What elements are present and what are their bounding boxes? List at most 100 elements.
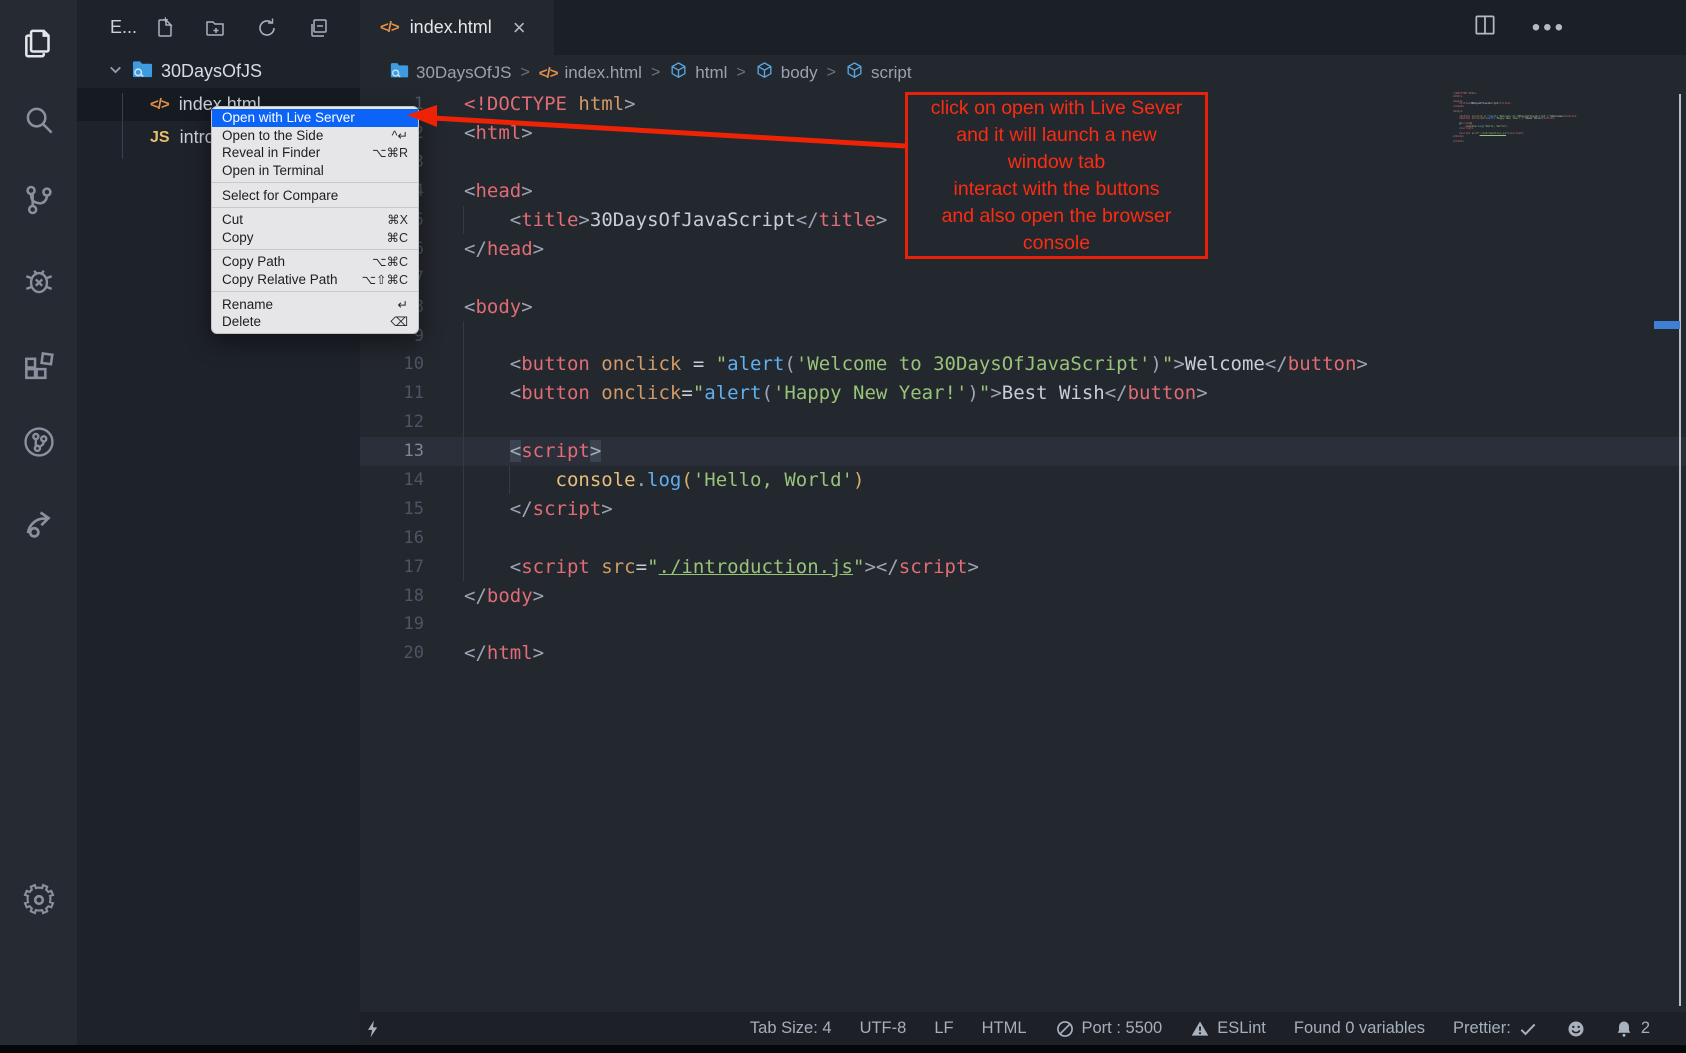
status-label: Found 0 variables	[1294, 1019, 1425, 1038]
menu-item-shortcut: ⌫	[390, 314, 408, 329]
menu-separator	[212, 207, 418, 208]
menu-item-copy-relative-path[interactable]: Copy Relative Path⌥⇧⌘C	[212, 271, 418, 289]
breadcrumb-separator: >	[651, 64, 660, 82]
refresh-icon[interactable]	[255, 16, 279, 40]
symbol-icon	[755, 61, 774, 85]
status-item-lf[interactable]: LF	[934, 1019, 953, 1038]
code-line-10: 10 <button onclick = "alert('Welcome to …	[360, 350, 1686, 379]
menu-item-copy[interactable]: Copy ⌘C	[212, 229, 418, 247]
menu-item-rename[interactable]: Rename↵	[212, 295, 418, 313]
bell-icon	[1614, 1019, 1634, 1039]
menu-item-delete[interactable]: Delete⌫	[212, 313, 418, 331]
menu-item-shortcut: ⌥⌘R	[372, 145, 408, 160]
menu-item-cut[interactable]: Cut⌘X	[212, 211, 418, 229]
menu-item-open-in-terminal[interactable]: Open in Terminal	[212, 162, 418, 180]
breadcrumb-label: body	[781, 63, 818, 83]
menu-item-open-with-live-server[interactable]: Open with Live Server	[212, 109, 418, 127]
html-icon: </>	[539, 63, 558, 83]
code-line-18: 18</body>	[360, 581, 1686, 610]
breadcrumb-item-30DaysOfJS[interactable]: 30DaysOfJS	[390, 61, 511, 85]
breadcrumb-label: index.html	[564, 63, 641, 83]
breadcrumb-item-index.html[interactable]: </> index.html	[539, 63, 642, 83]
tab-index-html[interactable]: </> index.html ×	[360, 0, 554, 55]
indent-guide	[463, 552, 464, 581]
html-file-icon: </>	[150, 96, 169, 113]
warning-triangle-icon	[1190, 1019, 1210, 1039]
breadcrumb-separator: >	[827, 64, 836, 82]
status-item-port-5500[interactable]: Port : 5500	[1055, 1019, 1163, 1039]
live-share-icon[interactable]	[0, 494, 77, 550]
settings-gear-icon[interactable]	[0, 872, 77, 928]
status-item-lightning[interactable]	[363, 1019, 383, 1039]
check-icon	[1518, 1019, 1538, 1039]
indent-guide	[463, 350, 464, 379]
new-file-icon[interactable]	[153, 16, 177, 40]
menu-item-open-to-the-side[interactable]: Open to the Side^↵	[212, 127, 418, 145]
status-item-prettier-[interactable]: Prettier:	[1453, 1019, 1538, 1039]
tree-indent-guide	[122, 93, 123, 159]
code-line-13: 13 <script>	[360, 437, 1686, 466]
menu-item-select-for-compare[interactable]: Select for Compare	[212, 186, 418, 204]
menu-separator	[212, 182, 418, 183]
split-editor-icon[interactable]	[1472, 12, 1498, 43]
minimap[interactable]: <!DOCTYPE html><html> <head> <title>30Da…	[1453, 93, 1563, 143]
status-item-utf-8[interactable]: UTF-8	[860, 1019, 907, 1038]
extensions-icon[interactable]	[0, 334, 77, 390]
annotation-line: click on open with Live Sever	[908, 95, 1205, 122]
source-control-icon[interactable]	[0, 172, 77, 228]
status-label: ESLint	[1217, 1019, 1266, 1038]
breadcrumb-item-script[interactable]: script	[845, 61, 912, 85]
code-text: <script>	[464, 440, 601, 462]
status-item-found-0-variables[interactable]: Found 0 variables	[1294, 1019, 1425, 1038]
indent-guide	[463, 523, 464, 552]
chevron-down-icon	[107, 61, 124, 83]
annotation-box: click on open with Live Severand it will…	[905, 92, 1208, 259]
status-item-tab-size-4[interactable]: Tab Size: 4	[750, 1019, 832, 1038]
new-folder-icon[interactable]	[204, 16, 228, 40]
status-item-2[interactable]: 2	[1614, 1019, 1650, 1039]
folder-icon	[390, 61, 409, 85]
code-text: <!DOCTYPE html>	[464, 93, 636, 115]
indent-guide	[509, 466, 510, 495]
tab-label: index.html	[410, 17, 492, 38]
code-text: <button onclick = "alert('Welcome to 30D…	[464, 353, 1368, 375]
status-item-eslint[interactable]: ESLint	[1190, 1019, 1266, 1039]
menu-item-label: Copy	[222, 230, 254, 245]
code-line-15: 15 </script>	[360, 494, 1686, 523]
menu-item-shortcut: ⌘C	[386, 230, 408, 245]
line-number: 17	[360, 557, 424, 577]
status-item-smiley[interactable]	[1566, 1019, 1586, 1039]
folder-row-30daysofjs[interactable]: 30DaysOfJS	[77, 55, 360, 88]
code-line-7: 7	[360, 263, 1686, 292]
menu-item-reveal-in-finder[interactable]: Reveal in Finder⌥⌘R	[212, 144, 418, 162]
symbol-icon	[669, 61, 688, 85]
line-number: 11	[360, 383, 424, 403]
code-line-19: 19	[360, 610, 1686, 639]
tab-bar: </> index.html × •••	[360, 0, 1686, 55]
menu-item-copy-path[interactable]: Copy Path⌥⌘C	[212, 253, 418, 271]
menu-item-label: Cut	[222, 212, 243, 227]
code-text: <button onclick="alert('Happy New Year!'…	[464, 382, 1208, 404]
explorer-icon[interactable]	[0, 14, 77, 70]
breadcrumb: 30DaysOfJS></>index.html>html>body>scrip…	[360, 55, 1686, 90]
folder-icon	[132, 60, 153, 84]
menu-item-shortcut: ^↵	[392, 128, 408, 143]
breadcrumb-item-body[interactable]: body	[755, 61, 818, 85]
breadcrumb-label: html	[695, 63, 727, 83]
run-debug-icon[interactable]	[0, 253, 77, 309]
status-label: Prettier:	[1453, 1019, 1511, 1038]
status-label: LF	[934, 1019, 953, 1038]
collapse-all-icon[interactable]	[306, 16, 330, 40]
status-label: UTF-8	[860, 1019, 907, 1038]
folder-label: 30DaysOfJS	[161, 61, 262, 82]
breadcrumb-item-html[interactable]: html	[669, 61, 727, 85]
search-icon[interactable]	[0, 92, 77, 148]
tab-close-icon[interactable]: ×	[513, 17, 526, 39]
line-number: 15	[360, 499, 424, 519]
code-line-12: 12	[360, 408, 1686, 437]
status-label: Tab Size: 4	[750, 1019, 832, 1038]
more-actions-icon[interactable]: •••	[1532, 14, 1566, 42]
gitlens-icon[interactable]	[0, 414, 77, 470]
smiley-icon	[1566, 1019, 1586, 1039]
status-item-html[interactable]: HTML	[982, 1019, 1027, 1038]
